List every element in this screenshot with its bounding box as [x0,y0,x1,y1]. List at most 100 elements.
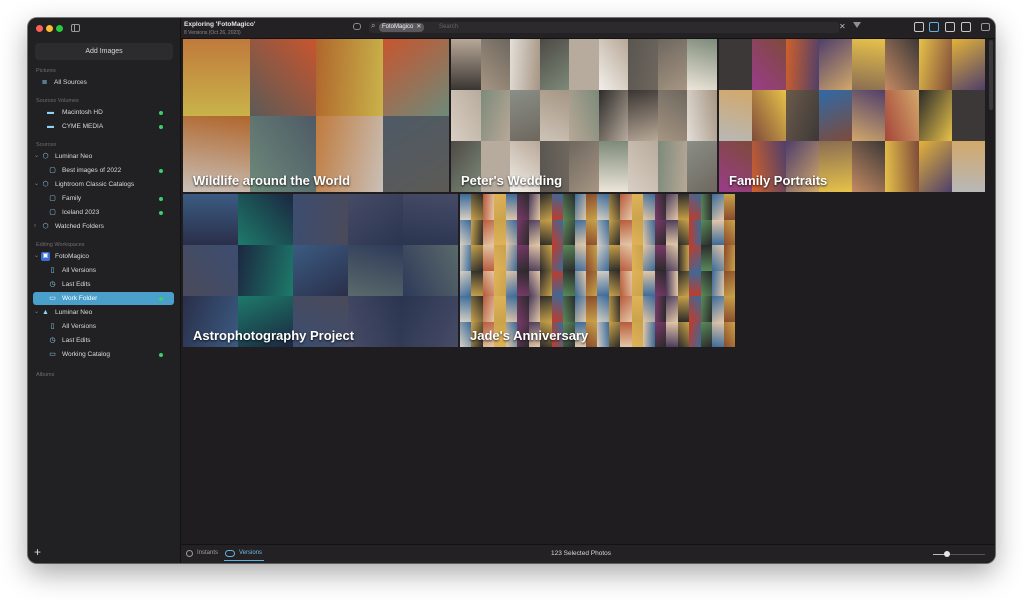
sidebar-item-label: Family [62,195,82,202]
main-content: Exploring 'FotoMagico' 8 Versions (Oct 2… [181,18,995,563]
drive-icon: ▬ [47,109,54,116]
sidebar-item-best-images-2022[interactable]: ▢ Best images of 2022 [28,164,180,177]
sidebar-item-luminar-neo[interactable]: ⌄ ⬡ Luminar Neo [28,150,180,163]
photo-thumbnail [608,270,621,296]
photo-thumbnail [471,270,483,296]
album-tile[interactable]: Wildlife around the World [183,39,449,192]
close-window-button[interactable] [36,25,43,32]
clear-search-icon[interactable]: ✕ [839,22,846,31]
search-input[interactable]: Search [439,24,458,30]
sidebar-item-lightroom-catalogs[interactable]: ⌄ ⬡ Lightroom Classic Catalogs [28,178,180,191]
photo-thumbnail [885,141,919,192]
album-tile[interactable]: Peter's Wedding [451,39,717,192]
versions-toggle-icon[interactable] [225,550,235,557]
status-dot [159,169,163,173]
sidebar-item-cyme-media[interactable]: ▬ CYME MEDIA [28,120,180,133]
chevron-down-icon[interactable]: ⌄ [34,306,39,319]
catalog-icon: ▢ [49,195,56,202]
photo-thumbnail [540,194,552,220]
versions-tab[interactable]: Versions [239,550,262,556]
chevron-right-icon[interactable]: › [34,220,36,233]
section-sources: Sources [36,142,57,148]
chevron-down-icon[interactable]: ⌄ [34,178,39,191]
photo-thumbnail [598,39,629,90]
photo-thumbnail [494,270,506,296]
sidebar-item-iceland-2023[interactable]: ▢ Iceland 2023 [28,206,180,219]
sidebar-item-luminar-neo-workspace[interactable]: ⌄ ▲ Luminar Neo [28,306,180,319]
photo-thumbnail [510,39,540,90]
zoom-window-button[interactable] [56,25,63,32]
remove-token-icon[interactable]: ✕ [416,24,421,30]
sidebar-item-last-edits[interactable]: ◷ Last Edits [28,278,180,291]
sidebar-item-fotomagico[interactable]: ⌄ ▣ FotoMagico [28,250,180,263]
sidebar-item-macintosh-hd[interactable]: ▬ Macintosh HD [28,106,180,119]
photo-thumbnail [540,270,552,296]
sidebar-item-work-folder[interactable]: ▭ Work Folder [28,292,180,305]
sidebar-toggle-icon[interactable] [71,24,80,32]
sidebar-item-watched-folders[interactable]: › ⬡ Watched Folders [28,220,180,233]
fotomagico-app-icon: ▣ [41,252,50,261]
photo-thumbnail [852,90,886,141]
photo-thumbnail [689,219,701,245]
sidebar-item-family[interactable]: ▢ Family [28,192,180,205]
sidebar-item-label: Macintosh HD [62,109,103,116]
photo-thumbnail [719,90,753,141]
photo-thumbnail [643,219,655,245]
search-scope-icon[interactable] [353,23,361,30]
map-view-icon[interactable] [961,22,971,32]
inspector-toggle-icon[interactable] [981,23,990,31]
minimize-window-button[interactable] [46,25,53,32]
photo-thumbnail [471,296,483,322]
album-mosaic [183,39,449,192]
photo-thumbnail [687,39,717,90]
photo-thumbnail [505,219,518,245]
album-tile[interactable]: Jade's Anniversary [460,194,735,347]
photo-thumbnail [643,194,655,220]
zoom-slider-knob[interactable] [943,551,950,557]
grid-view-icon[interactable] [929,22,939,32]
section-volumes: Sources Volumes [36,98,79,104]
instants-tab[interactable]: Instants [197,550,218,556]
photo-thumbnail [482,245,495,271]
scrollbar[interactable] [989,40,993,110]
album-mosaic [451,39,717,192]
search-field[interactable]: ⌕ FotoMagico ✕ Search [369,21,839,33]
photo-thumbnail [712,321,724,347]
photo-thumbnail [249,39,316,116]
photo-thumbnail [494,194,506,220]
source-icon: ⬡ [42,181,49,188]
album-tile[interactable]: Astrophotography Project [183,194,458,347]
sidebar-item-label: Luminar Neo [55,309,93,316]
sidebar-item-last-edits-2[interactable]: ◷ Last Edits [28,334,180,347]
photo-thumbnail [785,39,819,90]
sidebar-item-all-versions-2[interactable]: ▯ All Versions [28,320,180,333]
instants-radio[interactable] [186,550,193,557]
album-tile[interactable]: Family Portraits [719,39,985,192]
list-view-icon[interactable] [914,22,924,32]
sidebar-item-working-catalog[interactable]: ▭ Working Catalog [28,348,180,361]
photo-thumbnail [700,296,713,322]
photo-thumbnail [700,270,713,296]
sidebar-item-all-sources[interactable]: ≣ All Sources [28,76,180,89]
sidebar-item-label: All Versions [62,323,96,330]
single-view-icon[interactable] [945,22,955,32]
add-images-button[interactable]: Add Images [35,43,173,60]
photo-thumbnail [460,245,472,271]
photo-thumbnail [712,219,724,245]
chevron-down-icon[interactable]: ⌄ [34,150,39,163]
add-source-button[interactable]: + [34,546,41,558]
photo-thumbnail [628,141,658,192]
search-token-chip[interactable]: FotoMagico ✕ [379,23,425,32]
photo-thumbnail [628,90,658,141]
photo-thumbnail [818,90,852,141]
photo-thumbnail [657,141,688,192]
photo-thumbnail [574,270,587,296]
photo-thumbnail [505,270,518,296]
filter-icon[interactable] [853,22,861,28]
photo-thumbnail [654,321,667,347]
sidebar-item-all-versions[interactable]: ▯ All Versions [28,264,180,277]
chevron-down-icon[interactable]: ⌄ [34,250,39,263]
source-icon: ⬡ [42,223,49,230]
photo-thumbnail [382,115,449,192]
photo-thumbnail [677,245,690,271]
